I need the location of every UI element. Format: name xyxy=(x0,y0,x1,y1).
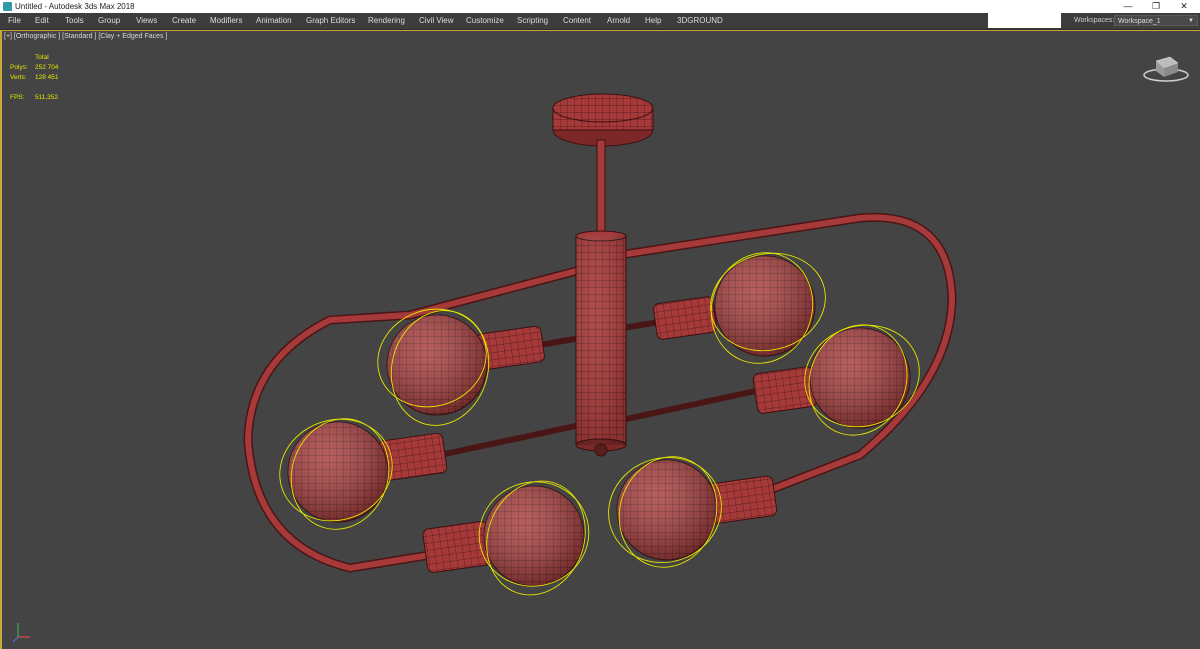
hanging-rod xyxy=(596,139,606,233)
bulb-3[interactable] xyxy=(791,311,932,450)
central-body xyxy=(575,230,627,457)
bulb-4[interactable] xyxy=(265,404,406,543)
viewcube-icon[interactable] xyxy=(1140,53,1192,85)
bulb-6[interactable] xyxy=(594,442,737,580)
scene-render[interactable] xyxy=(0,0,1200,649)
axis-gizmo-icon xyxy=(12,623,30,643)
ceiling-canopy xyxy=(552,93,654,147)
bulb-5[interactable] xyxy=(467,467,601,609)
